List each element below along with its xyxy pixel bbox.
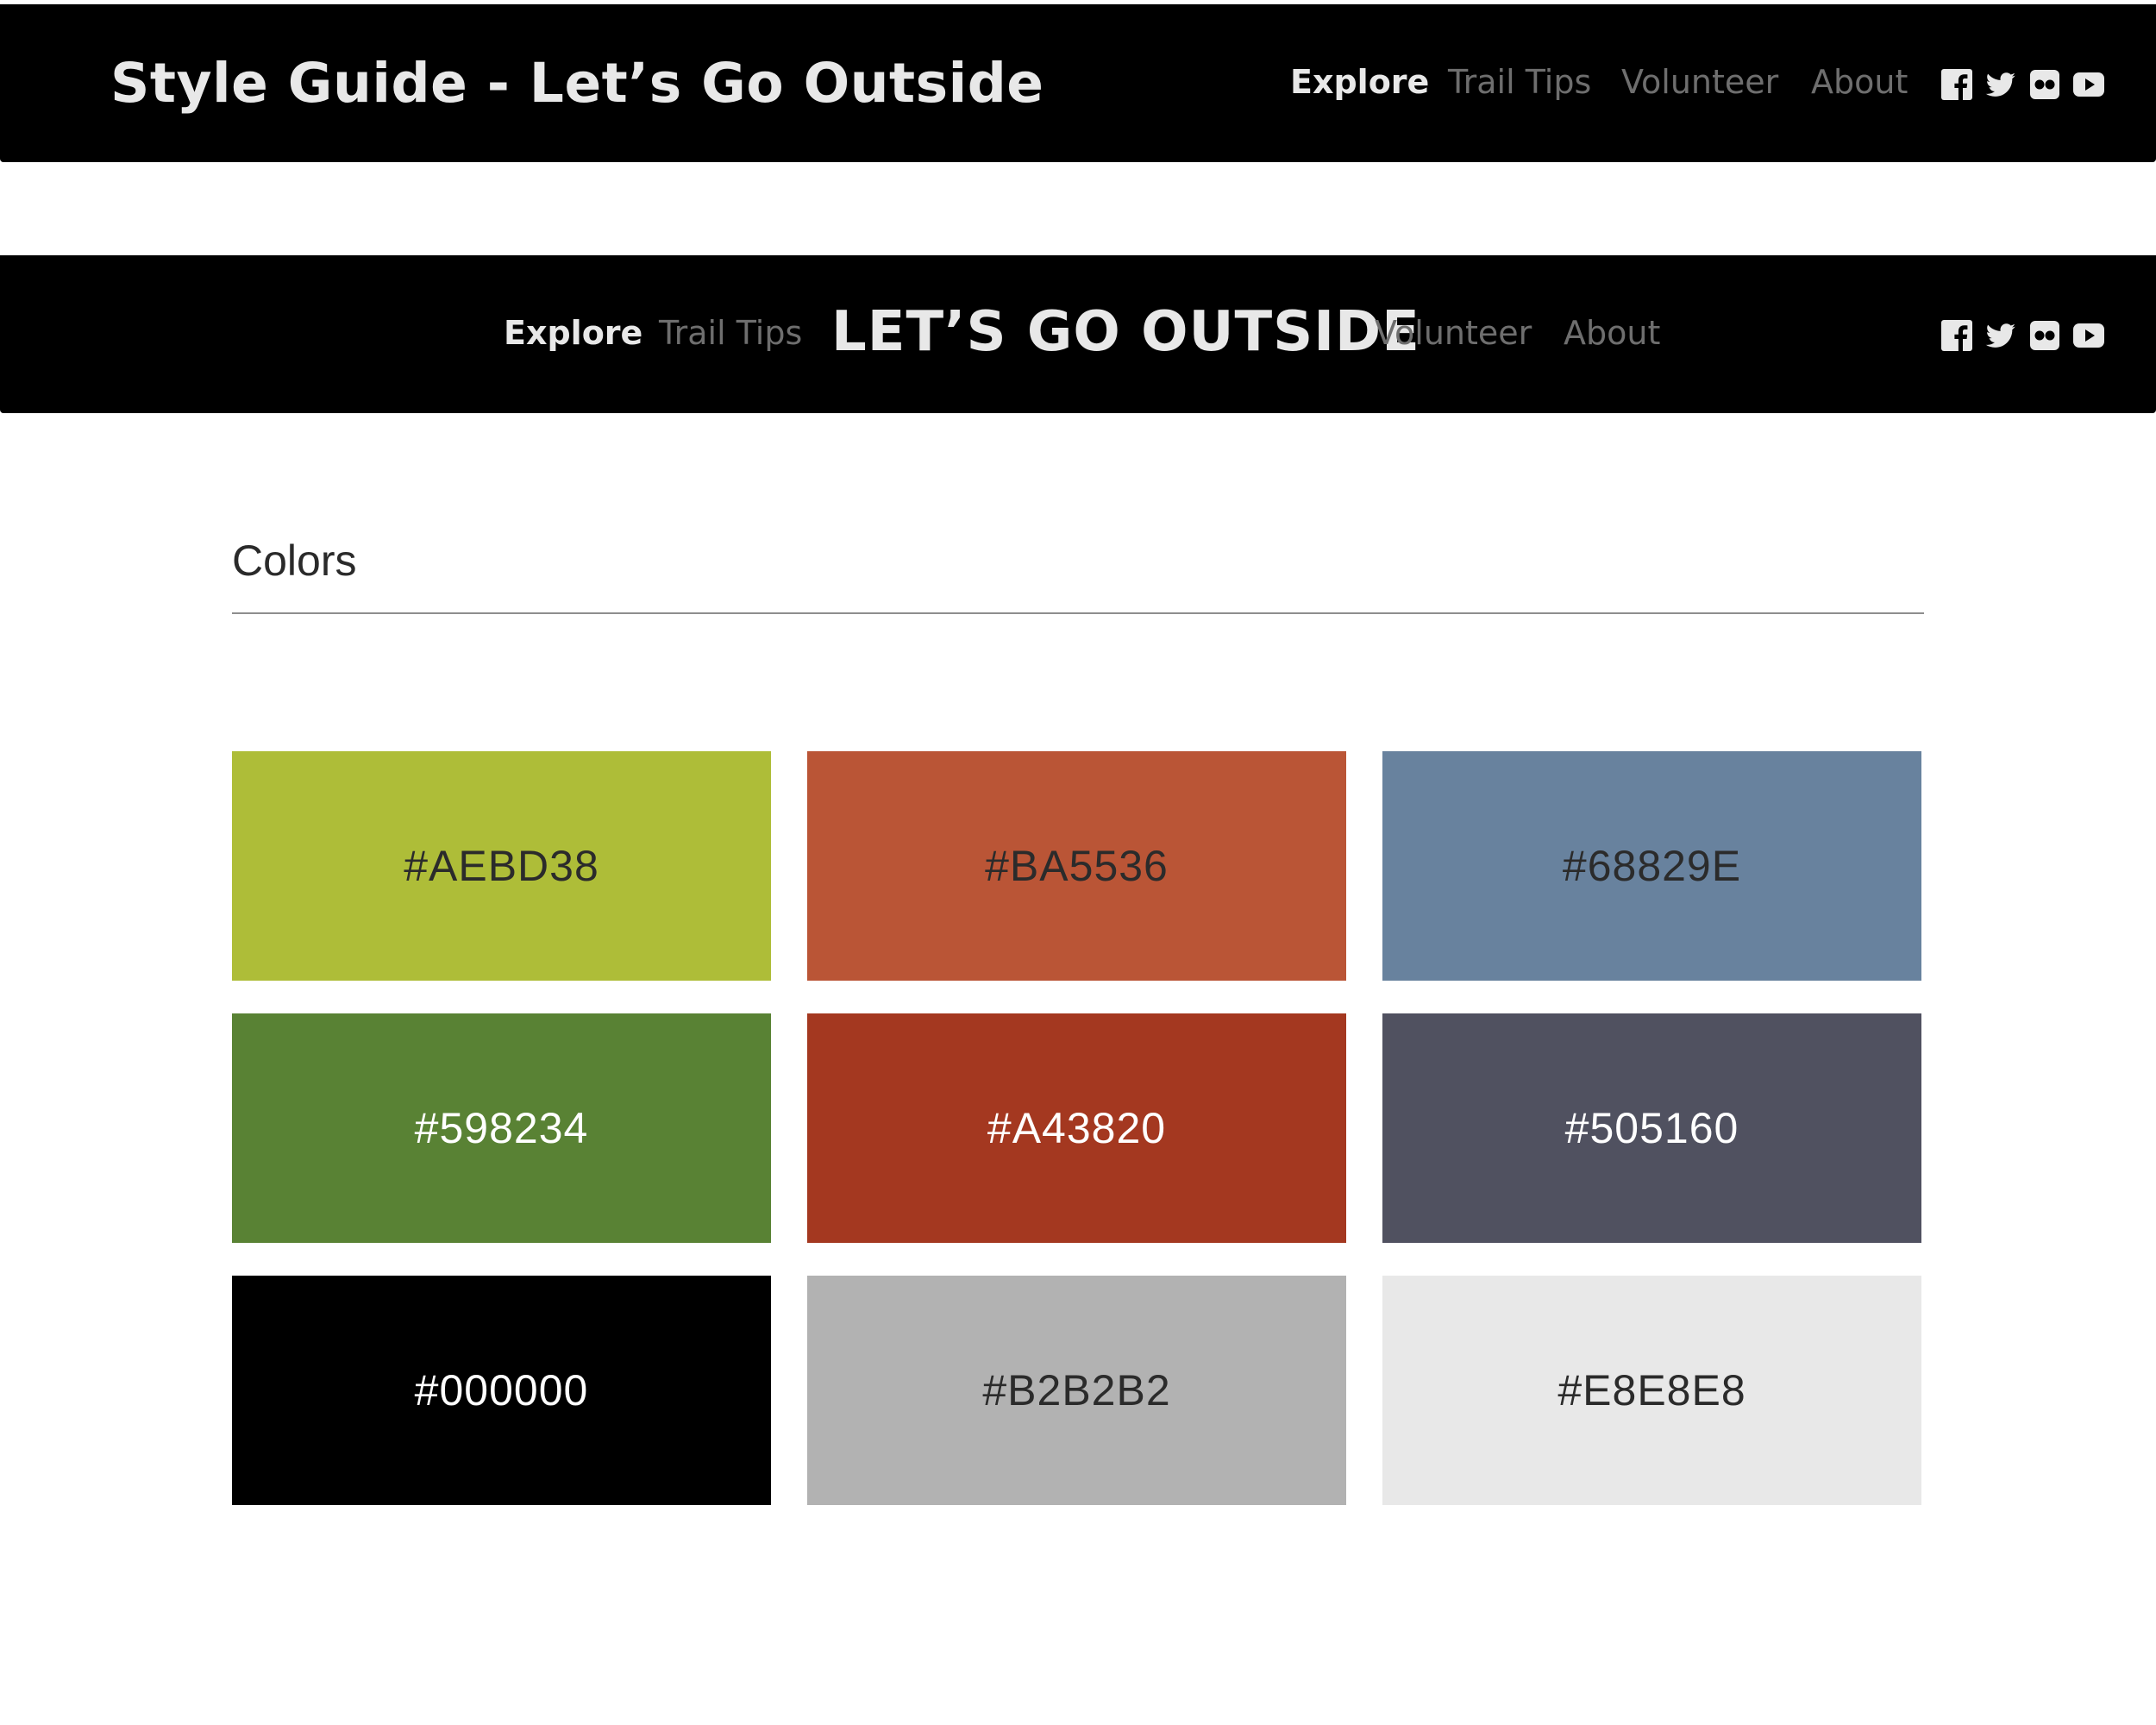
facebook-icon[interactable] [1941, 69, 1972, 100]
color-swatch: #000000 [232, 1276, 771, 1505]
nav-trail-tips[interactable]: Trail Tips [659, 307, 802, 359]
nav-about[interactable]: About [1564, 307, 1660, 359]
swatch-hex-label: #598234 [414, 1104, 589, 1152]
social-links [1941, 69, 2104, 100]
color-swatch: #505160 [1382, 1013, 1921, 1243]
site-title[interactable]: Style Guide - Let’s Go Outside [110, 47, 1044, 120]
swatch-hex-label: #AEBD38 [404, 842, 599, 890]
flickr-icon[interactable] [2029, 69, 2060, 100]
nav-volunteer[interactable]: Volunteer [1375, 307, 1532, 359]
header-centered-title: Explore Trail Tips LET’S GO OUTSIDE Volu… [0, 255, 2156, 413]
colors-heading: Colors [232, 536, 357, 585]
color-swatch: #598234 [232, 1013, 771, 1243]
twitter-icon[interactable] [1985, 320, 2016, 351]
youtube-icon[interactable] [2073, 69, 2104, 100]
site-title-centered[interactable]: LET’S GO OUTSIDE [831, 295, 1420, 369]
swatch-hex-label: #A43820 [987, 1104, 1167, 1152]
facebook-icon[interactable] [1941, 320, 1972, 351]
swatch-hex-label: #B2B2B2 [982, 1366, 1171, 1414]
color-swatch: #BA5536 [807, 751, 1346, 981]
social-links [1941, 320, 2104, 351]
swatch-hex-label: #BA5536 [985, 842, 1169, 890]
nav-about[interactable]: About [1811, 56, 1908, 108]
youtube-icon[interactable] [2073, 320, 2104, 351]
section-divider [232, 612, 1924, 614]
swatch-hex-label: #68829E [1562, 842, 1742, 890]
nav-explore[interactable]: Explore [504, 307, 642, 359]
header-left-title: Style Guide - Let’s Go Outside Explore T… [0, 4, 2156, 162]
swatch-hex-label: #505160 [1564, 1104, 1739, 1152]
twitter-icon[interactable] [1985, 69, 2016, 100]
swatch-hex-label: #E8E8E8 [1557, 1366, 1746, 1414]
color-swatch-grid: #AEBD38 #BA5536 #68829E #598234 #A43820 … [232, 751, 1923, 1505]
nav-volunteer[interactable]: Volunteer [1621, 56, 1778, 108]
nav-explore[interactable]: Explore [1290, 56, 1429, 108]
color-swatch: #B2B2B2 [807, 1276, 1346, 1505]
color-swatch: #E8E8E8 [1382, 1276, 1921, 1505]
color-swatch: #68829E [1382, 751, 1921, 981]
swatch-hex-label: #000000 [414, 1366, 589, 1414]
color-swatch: #AEBD38 [232, 751, 771, 981]
nav-trail-tips[interactable]: Trail Tips [1448, 56, 1591, 108]
color-swatch: #A43820 [807, 1013, 1346, 1243]
flickr-icon[interactable] [2029, 320, 2060, 351]
